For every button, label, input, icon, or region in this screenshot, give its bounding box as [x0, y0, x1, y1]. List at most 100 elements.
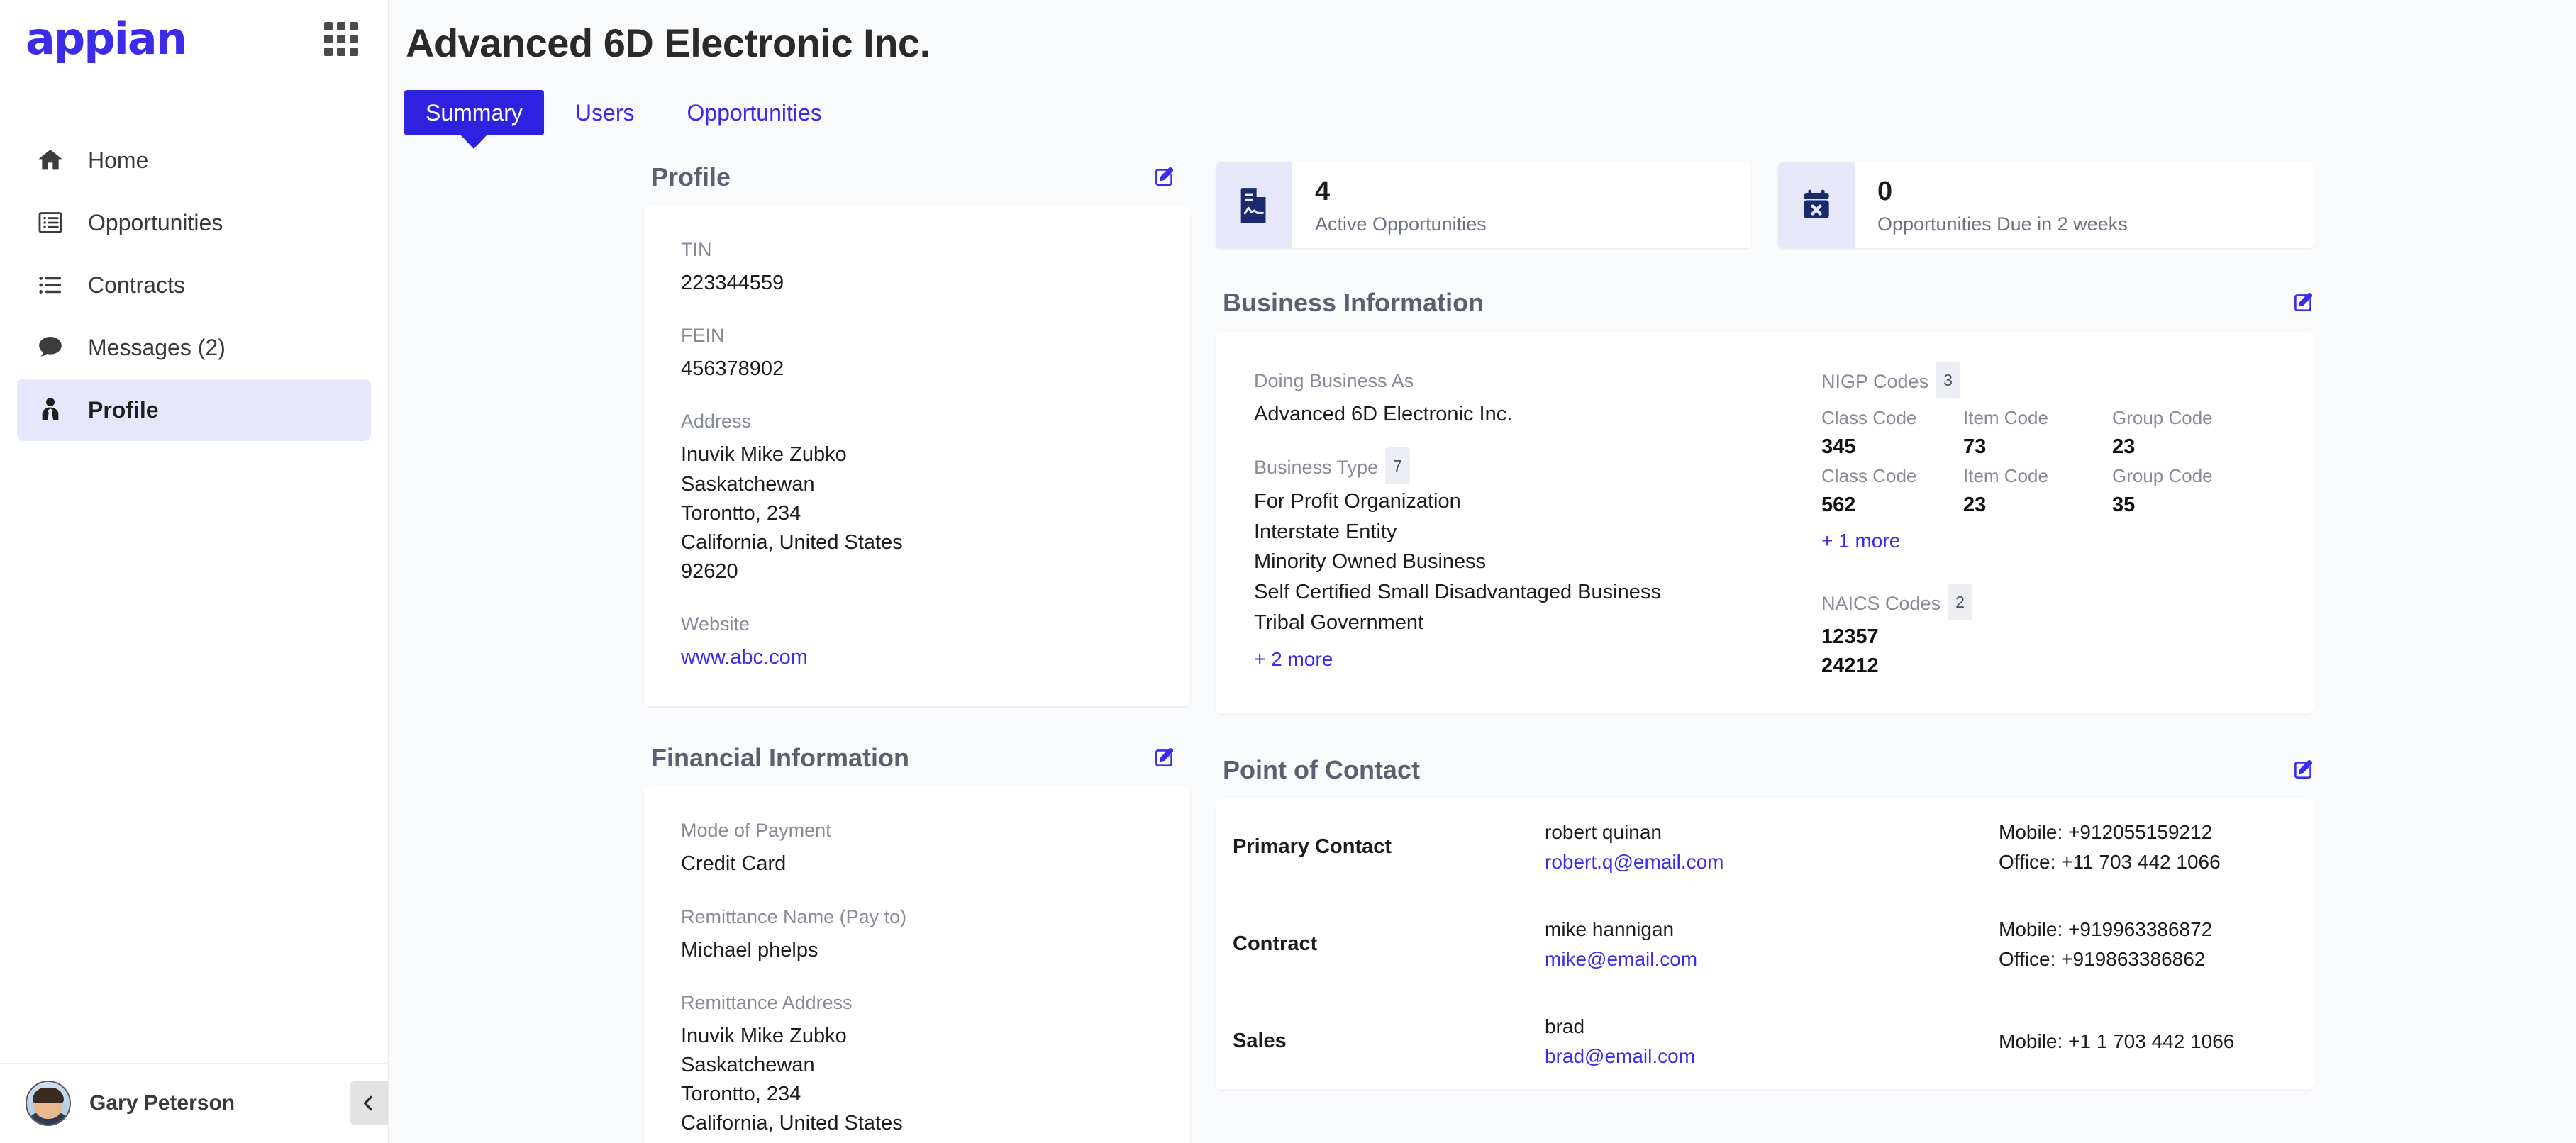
poc-email-link[interactable]: robert.q@email.com — [1545, 847, 1999, 877]
address-line: 92620 — [681, 1138, 1153, 1143]
field-remittance-address: Remittance Address Inuvik Mike Zubko Sas… — [681, 983, 1153, 1143]
field-value: 223344559 — [681, 272, 784, 294]
field-label: FEIN — [681, 325, 725, 347]
sidebar-item-label: Contracts — [88, 272, 185, 298]
nigp-class-value: 562 — [1821, 494, 1856, 517]
sidebar-collapse-button[interactable] — [350, 1081, 388, 1125]
financial-card-title: Financial Information — [651, 743, 910, 773]
poc-office: Office: +919863386862 — [1999, 947, 2206, 970]
edit-pencil-icon[interactable] — [1153, 167, 1175, 188]
nigp-more-link[interactable]: + 1 more — [1821, 530, 1900, 552]
poc-email-link[interactable]: mike@email.com — [1545, 944, 1999, 974]
sidebar-item-label: Opportunities — [88, 209, 223, 235]
nigp-group-header: Group Code — [2112, 464, 2213, 486]
field-remittance-name: Remittance Name (Pay to) Michael phelps — [681, 898, 1153, 965]
profile-card-header: Profile — [644, 162, 1190, 206]
nigp-label-row: NIGP Codes 3 — [1821, 361, 2275, 401]
naics-block: NAICS Codes 2 12357 24212 — [1821, 584, 2275, 681]
poc-role: Contract — [1233, 932, 1318, 956]
point-of-contact-section: Point of Contact Primary Contact robert … — [1216, 755, 2314, 1090]
file-chart-icon — [1216, 162, 1292, 248]
business-info-left: Doing Business As Advanced 6D Electronic… — [1254, 362, 1821, 681]
sidebar-item-label: Profile — [88, 396, 159, 423]
edit-pencil-icon[interactable] — [1153, 747, 1175, 769]
avatar — [26, 1081, 71, 1126]
profile-card-title: Profile — [651, 162, 731, 191]
field-value: Credit Card — [681, 852, 787, 876]
tab-users[interactable]: Users — [554, 90, 656, 135]
kpi-opportunities-due[interactable]: 0 Opportunities Due in 2 weeks — [1778, 162, 2314, 248]
field-label: Remittance Address — [681, 991, 853, 1013]
field-business-type: Business Type 7 For Profit Organization I… — [1254, 447, 1821, 671]
grid-apps-icon[interactable] — [324, 22, 358, 56]
business-type-more-link[interactable]: + 2 more — [1254, 648, 1333, 671]
poc-mobile: Mobile: +912055159212 — [1999, 820, 2213, 843]
field-address: Address Inuvik Mike Zubko Saskatchewan T… — [681, 402, 1153, 586]
field-website: Website www.abc.com — [681, 605, 1153, 672]
poc-email-link[interactable]: brad@email.com — [1545, 1042, 1999, 1071]
website-link[interactable]: www.abc.com — [681, 643, 1153, 672]
kpi-active-opportunities[interactable]: 4 Active Opportunities — [1216, 162, 1751, 248]
address-line: California, United States — [681, 530, 903, 554]
nigp-class-header: Class Code — [1821, 406, 1917, 428]
field-fein: FEIN 456378902 — [681, 316, 1153, 384]
business-info-header: Business Information — [1216, 288, 2314, 332]
naics-value: 12357 — [1821, 625, 1879, 649]
poc-person: brad brad@email.com — [1545, 1012, 1999, 1071]
poc-name: robert quinan — [1545, 820, 1662, 843]
financial-section: Financial Information Mode of Payment Cr… — [644, 743, 1190, 1143]
tab-summary[interactable]: Summary — [404, 90, 544, 135]
poc-mobile: Mobile: +919963386872 — [1999, 918, 2213, 940]
sidebar-item-label: Messages (2) — [88, 334, 226, 360]
kpi-body: 4 Active Opportunities — [1292, 162, 1487, 248]
poc-mobile: Mobile: +1 1 703 442 1066 — [1999, 1030, 2235, 1052]
field-value: Michael phelps — [681, 938, 818, 961]
kpi-label: Active Opportunities — [1315, 213, 1487, 235]
business-type-item: Tribal Government — [1254, 611, 1424, 635]
field-value: 456378902 — [681, 357, 784, 381]
address-line: Saskatchewan — [681, 472, 815, 496]
edit-pencil-icon[interactable] — [2292, 759, 2314, 781]
field-label: Doing Business As — [1254, 369, 1414, 391]
nigp-item-header: Item Code — [1963, 406, 2048, 428]
calendar-x-icon — [1778, 162, 1855, 248]
naics-value: 24212 — [1821, 654, 1879, 678]
nigp-count-badge: 3 — [1936, 361, 1960, 398]
kpi-value: 4 — [1315, 177, 1331, 206]
sidebar-item-contracts[interactable]: Contracts — [17, 254, 371, 316]
user-tie-icon — [34, 396, 67, 424]
sidebar-item-messages[interactable]: Messages (2) — [17, 316, 371, 379]
nigp-group-value: 23 — [2112, 435, 2136, 458]
business-info-title: Business Information — [1223, 287, 1484, 317]
business-type-label: Business Type — [1254, 456, 1379, 478]
nigp-item-header: Item Code — [1963, 464, 2048, 486]
financial-card: Mode of Payment Credit Card Remittance N… — [644, 787, 1190, 1143]
nigp-class-value: 345 — [1821, 435, 1856, 458]
business-type-item: Self Certified Small Disadvantaged Busin… — [1254, 581, 1661, 604]
list-icon — [34, 209, 67, 236]
sidebar-item-opportunities[interactable]: Opportunities — [17, 191, 371, 254]
field-label: TIN — [681, 239, 712, 260]
sidebar-item-profile[interactable]: Profile — [17, 379, 371, 441]
edit-pencil-icon[interactable] — [2292, 292, 2314, 313]
sidebar-user-footer[interactable]: Gary Peterson — [0, 1064, 388, 1143]
appian-logo[interactable]: appian — [26, 17, 187, 61]
sidebar-nav: Home Opportunities Contracts Messages (2… — [0, 129, 388, 441]
address-line: Torontto, 234 — [681, 1083, 801, 1106]
table-row: Sales brad brad@email.com Mobile: +1 1 7… — [1216, 993, 2314, 1090]
poc-name: mike hannigan — [1545, 918, 1675, 940]
naics-count-badge: 2 — [1948, 584, 1972, 621]
business-info-right: NIGP Codes 3 Class Code Item Code Group C… — [1821, 361, 2275, 681]
poc-name: brad — [1545, 1015, 1585, 1037]
sidebar-item-home[interactable]: Home — [17, 129, 371, 191]
tab-bar: Summary Users Opportunities — [389, 66, 2576, 135]
tab-opportunities[interactable]: Opportunities — [665, 90, 843, 135]
nigp-group-header: Group Code — [2112, 406, 2213, 428]
address-line: 92620 — [681, 560, 738, 584]
left-column: Profile TIN 223344559 FEIN 456378902 Add… — [389, 162, 1190, 1143]
field-doing-business-as: Doing Business As Advanced 6D Electronic… — [1254, 362, 1821, 429]
business-type-item: For Profit Organization — [1254, 489, 1461, 513]
poc-person: robert quinan robert.q@email.com — [1545, 818, 1999, 877]
field-label: Website — [681, 613, 750, 635]
list-bullet-icon — [34, 272, 67, 299]
